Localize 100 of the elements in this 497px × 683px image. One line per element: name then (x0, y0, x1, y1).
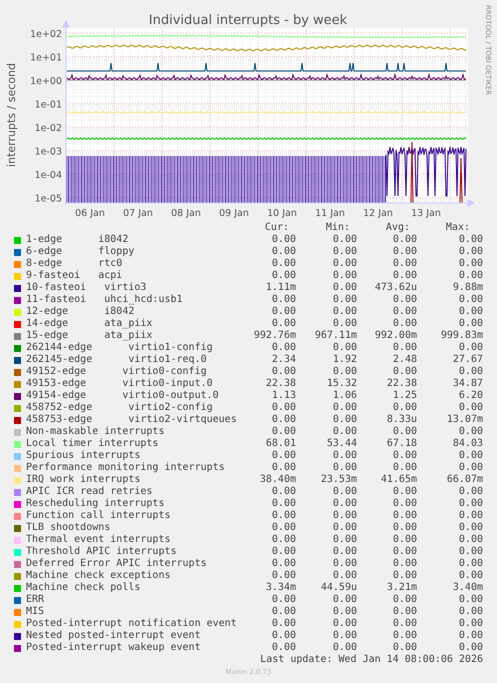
legend-value: 0.00 (332, 258, 357, 270)
legend-value: 8.33u (386, 414, 417, 426)
legend-value: 0.00 (332, 282, 357, 294)
legend-value: 0.00 (458, 606, 483, 618)
legend-label: Local timer interrupts (26, 438, 160, 450)
legend-value: 0.00 (332, 546, 357, 558)
legend-value: 0.00 (392, 270, 417, 282)
legend-value: 0.00 (458, 402, 483, 414)
legend-label: 1-edge i8042 (26, 234, 130, 246)
last-update-text: Last update: Wed Jan 14 08:00:06 2026 (260, 654, 483, 666)
legend-value: 0.00 (458, 570, 483, 582)
legend-value: 992.76m (252, 330, 296, 342)
legend-value: 0.00 (270, 306, 296, 318)
legend-value: 0.00 (392, 318, 417, 330)
legend-value: 0.00 (270, 618, 296, 630)
legend-value: 0.00 (458, 534, 483, 546)
legend-value: 0.00 (392, 486, 417, 498)
legend-value: 0.00 (458, 258, 483, 270)
legend-value: 27.67 (452, 354, 483, 366)
legend-value: 0.00 (458, 318, 483, 330)
legend-label: 6-edge floppy (26, 246, 136, 258)
legend-value: 0.00 (270, 606, 296, 618)
legend-value: 3.21m (386, 582, 417, 594)
legend-label: TLB shootdowns (26, 522, 112, 534)
legend-value: 0.00 (458, 366, 483, 378)
legend-value: 0.00 (332, 318, 357, 330)
legend-value: 0.00 (458, 546, 483, 558)
legend-value: 66.07m (446, 474, 483, 486)
legend-label: 10-fasteoi virtio3 (26, 282, 148, 294)
legend-value: 0.00 (270, 234, 296, 246)
legend-value: 0.00 (392, 594, 417, 606)
legend-value: 0.00 (392, 462, 417, 474)
legend-value: 53.44 (326, 438, 357, 450)
legend-label: 262144-edge virtio1-config (26, 342, 214, 354)
legend-value: 41.65m (380, 474, 417, 486)
legend-label: 458752-edge virtio2-config (26, 402, 214, 414)
legend-value: 9.88m (452, 282, 483, 294)
legend-value: 0.00 (270, 642, 296, 654)
legend-value: 0.00 (392, 450, 417, 462)
legend-value: 0.00 (458, 642, 483, 654)
legend-value: 0.00 (458, 246, 483, 258)
legend-label: Posted-interrupt notification event (26, 618, 238, 630)
legend-label: APIC ICR read retries (26, 486, 154, 498)
legend-value: 0.00 (270, 402, 296, 414)
legend-value: 0.00 (332, 606, 357, 618)
legend-label: 458753-edge virtio2-virtqueues (26, 414, 238, 426)
legend-value: 0.00 (458, 342, 483, 354)
legend-label: Threshold APIC interrupts (26, 546, 178, 558)
legend-value: 0.00 (270, 258, 296, 270)
legend-value: 0.00 (458, 306, 483, 318)
legend-value: 0.00 (332, 630, 357, 642)
legend-value: 67.18 (386, 438, 417, 450)
legend-value: 0.00 (458, 486, 483, 498)
legend-value: 13.07m (446, 414, 483, 426)
legend-label: 49153-edge virtio0-input.0 (26, 378, 214, 390)
legend-value: 0.00 (392, 246, 417, 258)
legend-value: 0.00 (332, 342, 357, 354)
legend-value: 0.00 (270, 630, 296, 642)
legend-value: 84.03 (452, 438, 483, 450)
column-header: Cur: (264, 222, 290, 234)
legend-value: 34.87 (452, 378, 483, 390)
legend-label: Thermal event interrupts (26, 534, 172, 546)
legend-label: 8-edge rtc0 (26, 258, 124, 270)
legend-value: 0.00 (392, 306, 417, 318)
legend-value: 0.00 (332, 450, 357, 462)
legend-value: 0.00 (458, 522, 483, 534)
legend-value: 0.00 (270, 546, 296, 558)
legend-value: 0.00 (458, 618, 483, 630)
legend-value: 0.00 (458, 426, 483, 438)
legend-value: 0.00 (270, 318, 296, 330)
axis-tick-label: 1e+02 (30, 29, 62, 40)
legend-value: 0.00 (458, 630, 483, 642)
legend-value: 0.00 (392, 234, 417, 246)
axis-tick-label: 1e-04 (34, 170, 62, 181)
legend-value: 0.00 (458, 270, 483, 282)
legend-value: 0.00 (332, 486, 357, 498)
legend-label: Nested posted-interrupt event (26, 630, 202, 642)
column-header: Min: (324, 222, 351, 234)
legend-value: 38.40m (258, 474, 296, 486)
legend-label: 49152-edge virtio0-config (26, 366, 208, 378)
legend-value: 0.00 (392, 630, 417, 642)
legend-value: 0.00 (392, 522, 417, 534)
legend-value: 0.00 (270, 498, 296, 510)
legend-value: 2.34 (270, 354, 296, 366)
legend-value: 68.01 (264, 438, 296, 450)
legend-value: 15.32 (326, 378, 357, 390)
legend-label: Posted-interrupt wakeup event (26, 642, 202, 654)
legend-label: Function call interrupts (26, 510, 172, 522)
legend-value: 999.83m (440, 330, 483, 342)
legend-value: 2.48 (392, 354, 417, 366)
legend-value: 0.00 (332, 366, 357, 378)
axis-tick-label: 1e-02 (34, 123, 62, 134)
legend-value: 0.00 (270, 450, 296, 462)
legend-label: Machine check exceptions (26, 570, 172, 582)
legend-label: Machine check polls (26, 582, 142, 594)
legend-label: Rescheduling interrupts (26, 498, 166, 510)
axis-tick-label: 1e+01 (30, 52, 62, 64)
axis-tick-label: 11 Jan (315, 208, 345, 219)
legend-value: 473.62u (374, 282, 417, 294)
legend-value: 0.00 (270, 366, 296, 378)
